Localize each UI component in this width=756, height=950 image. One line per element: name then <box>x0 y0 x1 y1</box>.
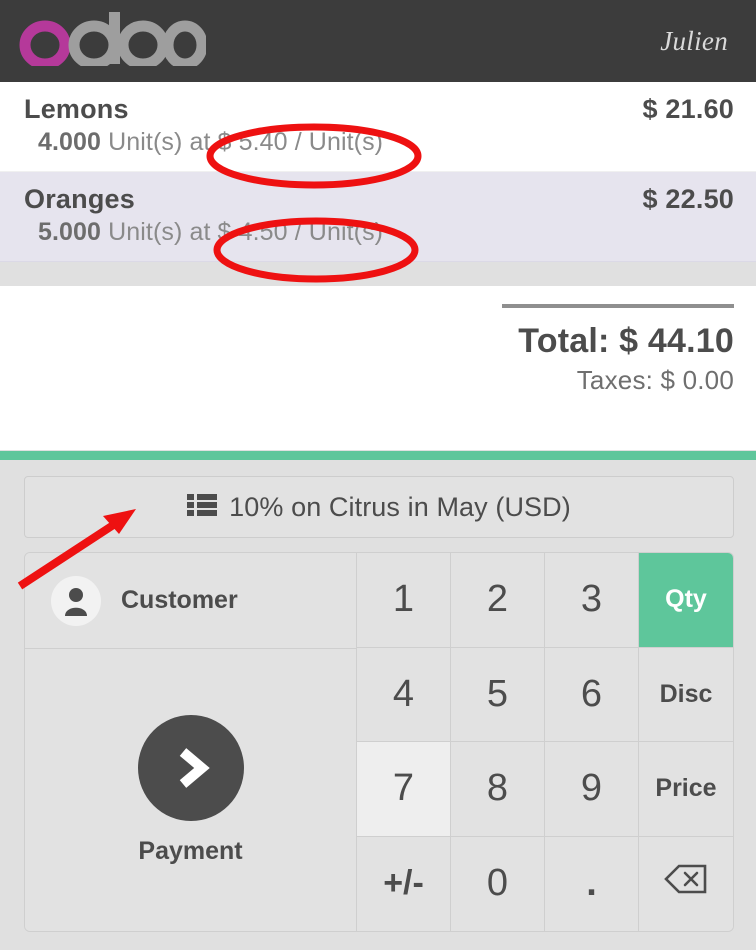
orderline-quantity: 4.000 <box>38 128 102 156</box>
orderline-product-name: Lemons <box>24 94 129 124</box>
order-summary: Total: $ 44.10 Taxes: $ 0.00 <box>0 286 756 450</box>
action-column: Customer Payment <box>25 553 357 931</box>
chevron-right-icon <box>137 714 244 821</box>
customer-button[interactable]: Customer <box>25 553 356 649</box>
customer-label: Customer <box>121 586 238 614</box>
numpad-key-decimal[interactable]: . <box>545 836 639 931</box>
numpad-key-0[interactable]: 0 <box>451 836 545 931</box>
orderline-detail: 4.000 Unit(s) at $ 5.40 / Unit(s) <box>24 128 734 157</box>
payment-button[interactable]: Payment <box>25 649 356 931</box>
numpad-key-backspace[interactable] <box>639 836 733 931</box>
numpad-key-5[interactable]: 5 <box>451 647 545 742</box>
order-total: Total: $ 44.10 <box>518 322 734 360</box>
payment-label: Payment <box>138 836 243 865</box>
numpad-key-3[interactable]: 3 <box>545 553 639 648</box>
orderline-unit-price: Unit(s) at $ 4.50 / Unit(s) <box>108 218 384 246</box>
orderline-unit-price: Unit(s) at $ 5.40 / Unit(s) <box>108 128 384 156</box>
numpad-key-1[interactable]: 1 <box>357 553 451 648</box>
numpad-key-7[interactable]: 7 <box>357 742 451 837</box>
numpad-key-4[interactable]: 4 <box>357 647 451 742</box>
orderline-top: Lemons $ 21.60 <box>24 94 734 125</box>
orderline-detail: 5.000 Unit(s) at $ 4.50 / Unit(s) <box>24 218 734 247</box>
pos-header: Julien <box>0 0 756 82</box>
pricelist-button[interactable]: 10% on Citrus in May (USD) <box>24 476 734 538</box>
list-ul-icon <box>187 493 218 522</box>
orderline-row[interactable]: Oranges $ 22.50 5.000 Unit(s) at $ 4.50 … <box>0 172 756 262</box>
pos-screen: Julien Lemons $ 21.60 4.000 Unit(s) at $… <box>0 0 756 950</box>
order-taxes: Taxes: $ 0.00 <box>576 365 734 396</box>
numpad-mode-disc[interactable]: Disc <box>639 647 733 742</box>
section-divider <box>0 451 756 460</box>
odoo-logo[interactable] <box>18 0 206 82</box>
orderline-product-name: Oranges <box>24 184 135 214</box>
summary-divider <box>502 304 734 308</box>
orderline-quantity: 5.000 <box>38 218 102 246</box>
pricelist-label: 10% on Citrus in May (USD) <box>229 491 571 522</box>
orderline-row[interactable]: Lemons $ 21.60 4.000 Unit(s) at $ 5.40 /… <box>0 82 756 172</box>
numpad-key-sign[interactable]: +/- <box>357 836 451 931</box>
numpad-mode-price[interactable]: Price <box>639 742 733 837</box>
orderline-total: $ 21.60 <box>642 94 734 124</box>
backspace-icon <box>664 862 708 905</box>
username-label[interactable]: Julien <box>660 26 734 57</box>
orderline-total: $ 22.50 <box>642 184 734 214</box>
numpad-mode-qty[interactable]: Qty <box>639 553 733 648</box>
numpad-key-8[interactable]: 8 <box>451 742 545 837</box>
orderline-top: Oranges $ 22.50 <box>24 184 734 215</box>
numpad: 1 2 3 Qty 4 5 6 Disc 7 8 9 Price +/- 0 . <box>357 553 733 931</box>
pos-controls: 10% on Citrus in May (USD) Customer Paym… <box>0 460 756 950</box>
pad-area: Customer Payment 1 2 3 Qty 4 5 6 Disc 7 … <box>24 552 734 932</box>
numpad-key-9[interactable]: 9 <box>545 742 639 837</box>
user-icon <box>51 575 101 626</box>
numpad-key-2[interactable]: 2 <box>451 553 545 648</box>
numpad-key-6[interactable]: 6 <box>545 647 639 742</box>
orderline-list: Lemons $ 21.60 4.000 Unit(s) at $ 5.40 /… <box>0 82 756 262</box>
